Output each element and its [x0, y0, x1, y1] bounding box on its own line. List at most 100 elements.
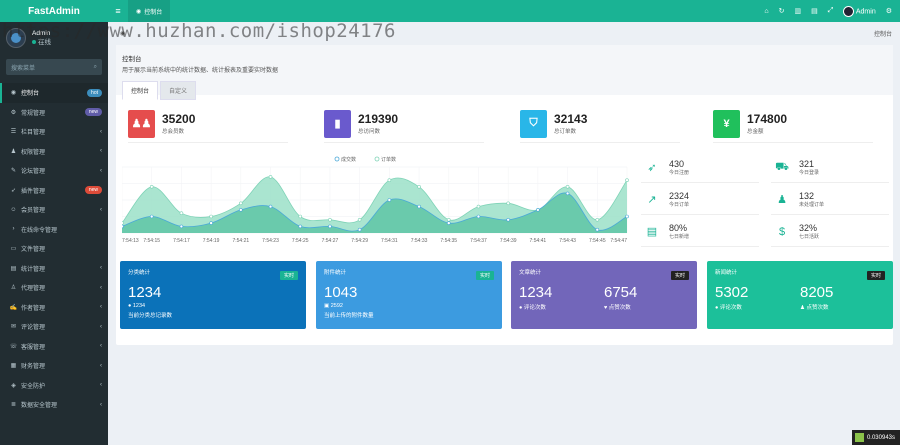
lock-icon[interactable]: ▤	[811, 7, 818, 15]
stat-value: 35200	[162, 112, 196, 126]
chevron-left-icon: ‹	[100, 304, 102, 311]
cogs-icon: ⚙	[10, 109, 17, 116]
fullscreen-icon[interactable]: ⤢	[828, 7, 834, 15]
sidebar-item-4[interactable]: ✎ 论坛管理 ‹	[0, 161, 108, 181]
stat-value: 174800	[747, 112, 788, 126]
data-point[interactable]	[565, 191, 570, 196]
data-point[interactable]	[239, 201, 243, 206]
data-point[interactable]	[625, 214, 629, 219]
user-menu[interactable]: Admin	[843, 5, 876, 17]
data-point[interactable]	[209, 221, 213, 225]
data-point[interactable]	[179, 211, 184, 216]
data-point[interactable]	[565, 184, 570, 189]
comment-icon: ●	[715, 305, 719, 311]
panel-caption: 点赞次数	[806, 305, 829, 311]
chevron-left-icon: ‹	[100, 401, 102, 408]
data-point[interactable]	[387, 178, 392, 183]
sidebar-item-16[interactable]: ≣ 数据安全管理 ‹	[0, 395, 108, 415]
quick-stat-value: 2324	[669, 191, 690, 201]
tab-dashboard[interactable]: ◉ 控制台	[128, 0, 171, 22]
panel-value: 1234	[128, 284, 162, 301]
data-point[interactable]	[595, 218, 600, 222]
online-status-icon	[32, 40, 36, 44]
data-point[interactable]	[417, 184, 421, 189]
data-point[interactable]	[239, 208, 243, 212]
chevron-left-icon: ‹	[100, 362, 102, 369]
data-point[interactable]	[595, 227, 600, 232]
sidebar-item-5[interactable]: ➶ 插件管理 new	[0, 181, 108, 201]
realtime-badge: 实时	[866, 271, 885, 280]
sidebar-item-14[interactable]: ▦ 财务管理 ‹	[0, 356, 108, 376]
data-point[interactable]	[446, 218, 451, 222]
data-point[interactable]	[506, 201, 510, 206]
data-point[interactable]	[268, 175, 273, 179]
sidebar-item-15[interactable]: ◈ 安全防护 ‹	[0, 376, 108, 396]
menu-badge: hot	[87, 88, 102, 97]
chevron-left-icon: ‹	[100, 265, 102, 272]
sidebar-item-label: 在线命令管理	[21, 227, 58, 234]
panel-caption: 评论次数	[719, 305, 742, 311]
data-point[interactable]	[417, 204, 421, 209]
panel-title: 分类统计	[128, 270, 151, 276]
data-point[interactable]	[268, 204, 273, 209]
data-point[interactable]	[357, 227, 362, 232]
panel-subvalue: 1234	[132, 303, 146, 309]
data-point[interactable]	[328, 224, 332, 229]
app-logo[interactable]: FastAdmin	[0, 0, 108, 22]
sidebar-item-3[interactable]: ♟ 权限管理 ‹	[0, 142, 108, 162]
data-point[interactable]	[476, 214, 481, 219]
tab-custom[interactable]: 自定义	[160, 81, 197, 100]
sidebar-item-label: 作者管理	[21, 305, 46, 312]
breadcrumb-current[interactable]: 控制台	[874, 29, 892, 38]
legend-marker[interactable]	[374, 156, 380, 162]
data-point[interactable]	[357, 218, 362, 222]
gears-icon[interactable]: ⚙	[886, 7, 892, 15]
rocket-icon: ➶	[10, 187, 17, 194]
sidebar-item-2[interactable]: ☰ 栏目管理 ‹	[0, 122, 108, 142]
legend-label[interactable]: 订单数	[381, 156, 396, 163]
data-point[interactable]	[328, 218, 332, 222]
refresh-icon[interactable]: ↻	[779, 7, 785, 15]
sidebar-item-1[interactable]: ⚙ 常规管理 new	[0, 103, 108, 123]
sidebar-item-12[interactable]: ✉ 评论管理 ‹	[0, 317, 108, 337]
data-point[interactable]	[625, 178, 629, 183]
sidebar-item-9[interactable]: ▤ 统计管理 ‹	[0, 259, 108, 279]
tab-dashboard-inner[interactable]: 控制台	[122, 81, 159, 100]
data-point[interactable]	[536, 208, 540, 212]
data-point[interactable]	[179, 224, 184, 229]
folder-icon: ▭	[10, 246, 17, 253]
home-icon[interactable]: ⌂	[764, 8, 768, 15]
sidebar-item-13[interactable]: ☏ 客服管理 ‹	[0, 337, 108, 357]
data-point[interactable]	[476, 204, 481, 209]
data-point[interactable]	[446, 221, 451, 225]
data-point[interactable]	[122, 221, 124, 225]
data-point[interactable]	[149, 184, 154, 189]
sidebar-item-11[interactable]: ✍ 作者管理 ‹	[0, 298, 108, 318]
panel-value: 8205	[800, 284, 834, 301]
data-point[interactable]	[149, 214, 154, 219]
sidebar-item-7[interactable]: › 在线命令管理	[0, 220, 108, 240]
avatar[interactable]	[6, 28, 26, 48]
menu-toggle-icon[interactable]: ≡	[108, 6, 128, 16]
menu-badge: new	[84, 186, 102, 195]
data-point[interactable]	[298, 214, 303, 219]
search-input[interactable]: 搜索菜单 ⌕	[6, 59, 102, 75]
sidebar-item-label: 评论管理	[21, 325, 46, 332]
data-point[interactable]	[506, 218, 510, 222]
sidebar-item-8[interactable]: ▭ 文件管理	[0, 239, 108, 259]
data-point[interactable]	[122, 224, 124, 229]
search-icon[interactable]: ⌕	[94, 64, 97, 71]
sidebar-item-6[interactable]: ☺ 会员管理 ‹	[0, 200, 108, 220]
terminal-icon: ›	[12, 226, 15, 233]
trash-icon[interactable]: ▥	[794, 7, 801, 15]
breadcrumb-home-icon[interactable]: ◉	[120, 30, 125, 37]
legend-label[interactable]: 成交数	[341, 156, 356, 163]
data-point[interactable]	[209, 214, 213, 219]
sidebar-item-label: 数据安全管理	[21, 403, 58, 410]
data-point[interactable]	[298, 224, 303, 229]
data-point[interactable]	[387, 198, 392, 202]
sidebar-item-0[interactable]: ◉ 控制台 hot	[0, 83, 108, 103]
legend-marker[interactable]	[334, 156, 340, 162]
sidebar-item-10[interactable]: ♙ 代理管理 ‹	[0, 278, 108, 298]
x-tick-label: 7:54:43	[559, 238, 576, 244]
